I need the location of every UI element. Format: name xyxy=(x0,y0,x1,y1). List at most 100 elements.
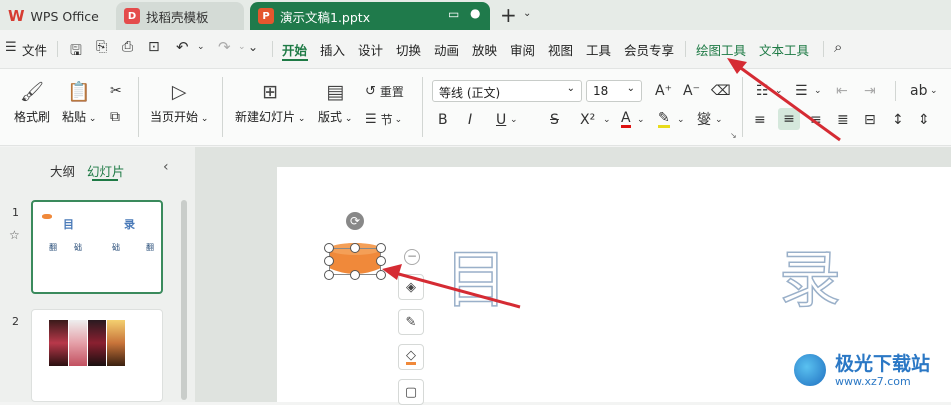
clear-format-icon[interactable]: ⌫ xyxy=(711,83,731,99)
distributed-icon[interactable]: ⊟ xyxy=(864,112,876,128)
resize-handle[interactable] xyxy=(350,270,360,280)
increase-font-icon[interactable]: A⁺ xyxy=(655,83,672,99)
text-direction-icon[interactable]: ab xyxy=(910,83,927,99)
reset-button[interactable]: ↺ 重置 xyxy=(365,83,404,100)
menu-review[interactable]: 审阅 xyxy=(510,40,535,59)
redo-dropdown-icon[interactable]: ⌄ xyxy=(238,42,246,52)
char-spacing-button[interactable]: 燮 xyxy=(697,112,711,128)
bold-button[interactable]: B xyxy=(438,112,448,128)
chevron-down-icon[interactable]: ⌄ xyxy=(775,86,783,96)
menu-drawing-tools[interactable]: 绘图工具 xyxy=(696,40,746,59)
slide-thumbnail-1[interactable]: 目 录 翻 础 础 翻 xyxy=(31,200,163,294)
decrease-font-icon[interactable]: A⁻ xyxy=(683,83,700,99)
dialog-launcher-icon[interactable]: ↘ xyxy=(730,131,737,140)
outline-icon[interactable]: ▢ xyxy=(398,379,424,405)
tab-outline[interactable]: 大纲 xyxy=(50,161,75,180)
rotate-icon[interactable]: ⟳ xyxy=(346,212,364,230)
save-icon[interactable]: 🖫 xyxy=(70,40,82,64)
paste-button[interactable]: 📋 粘贴 ⌄ xyxy=(62,81,96,125)
layout-button[interactable]: ▤ 版式 ⌄ xyxy=(318,81,352,125)
undo-dropdown-icon[interactable]: ⌄ xyxy=(197,42,205,52)
panel-scrollbar[interactable] xyxy=(181,200,187,400)
align-left-icon[interactable]: ≡ xyxy=(754,112,766,128)
export-icon[interactable]: ⎘ xyxy=(96,39,107,55)
menu-home[interactable]: 开始 xyxy=(282,40,307,59)
copy-icon[interactable]: ⧉ xyxy=(110,109,120,125)
cut-icon[interactable]: ✂ xyxy=(110,83,122,99)
font-size-select[interactable]: 18 ⌄ xyxy=(586,80,642,102)
menu-animation[interactable]: 动画 xyxy=(434,40,459,59)
highlight-icon[interactable]: ✎ xyxy=(658,111,670,128)
slide-number: 2 xyxy=(12,315,19,328)
superscript-button[interactable]: X² xyxy=(580,112,595,128)
menu-transition[interactable]: 切换 xyxy=(396,40,421,59)
menu-tools[interactable]: 工具 xyxy=(586,40,611,59)
tab-presentation[interactable]: P 演示文稿1.pptx ▭ ● xyxy=(250,2,490,30)
numbered-list-icon[interactable]: ☰ xyxy=(795,83,808,99)
section-button[interactable]: ☰ 节 ⌄ xyxy=(365,111,402,128)
chevron-down-icon[interactable]: ⌄ xyxy=(715,115,723,125)
resize-handle[interactable] xyxy=(376,270,386,280)
chevron-down-icon[interactable]: ⌄ xyxy=(677,115,685,125)
justify-icon[interactable]: ≣ xyxy=(837,112,849,128)
menu-slideshow[interactable]: 放映 xyxy=(472,40,497,59)
tab-slides[interactable]: 幻灯片 xyxy=(87,161,125,180)
chevron-down-icon[interactable]: ⌄ xyxy=(930,86,938,96)
fill-bucket-icon[interactable]: ◇ xyxy=(398,344,424,370)
menu-insert[interactable]: 插入 xyxy=(320,40,345,59)
more-dropdown-icon[interactable]: ⌄ xyxy=(248,40,258,54)
menu-member[interactable]: 会员专享 xyxy=(624,40,674,59)
divider xyxy=(222,77,223,137)
underline-button[interactable]: U xyxy=(496,112,506,128)
align-center-icon[interactable]: ≡ xyxy=(778,108,800,130)
monitor-icon[interactable]: ▭ xyxy=(448,7,459,21)
start-from-current-button[interactable]: ▷ 当页开始 ⌄ xyxy=(150,81,208,125)
slide-thumbnail-2[interactable] xyxy=(31,309,163,402)
chevron-down-icon[interactable]: ⌄ xyxy=(637,115,645,125)
menu-view[interactable]: 视图 xyxy=(548,40,573,59)
paragraph-spacing-icon[interactable]: ⇕ xyxy=(918,112,930,128)
print-preview-icon[interactable]: ⊡ xyxy=(148,39,160,55)
resize-handle[interactable] xyxy=(376,243,386,253)
slides-panel: 大纲 幻灯片 ‹ 1 ☆ 目 录 翻 础 础 翻 2 xyxy=(0,147,195,402)
decrease-indent-icon[interactable]: ⇤ xyxy=(836,83,848,99)
resize-handle[interactable] xyxy=(376,256,386,266)
resize-handle[interactable] xyxy=(324,243,334,253)
resize-handle[interactable] xyxy=(350,243,360,253)
chevron-down-icon[interactable]: ⌄ xyxy=(510,115,518,125)
bullet-list-icon[interactable]: ☷ xyxy=(756,83,769,99)
italic-button[interactable]: I xyxy=(468,112,472,128)
tab-dropdown-icon[interactable]: ⌄ xyxy=(523,8,531,19)
slide-canvas[interactable]: ⟳ − 目 录 ◈ ✎ ◇ ▢ 极光下载站 www.xz7.com xyxy=(277,167,951,405)
line-spacing-icon[interactable]: ↕ xyxy=(892,112,904,128)
tab-template[interactable]: D 找稻壳模板 xyxy=(116,2,244,30)
undo-icon[interactable]: ↶ xyxy=(176,38,189,56)
chevron-down-icon[interactable]: ⌄ xyxy=(814,86,822,96)
new-tab-icon[interactable]: + xyxy=(500,3,517,27)
menu-design[interactable]: 设计 xyxy=(358,40,383,59)
new-slide-button[interactable]: ⊞ 新建幻灯片 ⌄ xyxy=(235,81,305,125)
collapse-icon[interactable]: − xyxy=(404,249,420,265)
hamburger-icon[interactable]: ☰ xyxy=(5,40,17,55)
pen-icon[interactable]: ✎ xyxy=(398,309,424,335)
tab-wps-office[interactable]: W WPS Office xyxy=(0,2,112,30)
menu-text-tools[interactable]: 文本工具 xyxy=(759,40,809,59)
collapse-panel-icon[interactable]: ‹ xyxy=(163,159,169,175)
font-name-select[interactable]: 等线 (正文) ⌄ xyxy=(432,80,582,102)
search-icon[interactable]: ⌕ xyxy=(834,38,842,56)
chevron-down-icon[interactable]: ⌄ xyxy=(603,115,611,125)
strikethrough-button[interactable]: S xyxy=(550,112,559,128)
layers-icon[interactable]: ◈ xyxy=(398,274,424,300)
resize-handle[interactable] xyxy=(324,256,334,266)
increase-indent-icon[interactable]: ⇥ xyxy=(864,83,876,99)
format-painter-button[interactable]: 🖌 格式刷 xyxy=(14,81,50,125)
font-color-button[interactable]: A xyxy=(621,111,631,128)
slide-title-right[interactable]: 录 xyxy=(778,244,842,316)
resize-handle[interactable] xyxy=(324,270,334,280)
menu-file[interactable]: 文件 xyxy=(22,40,47,59)
slide-title-left[interactable]: 目 xyxy=(444,244,508,316)
print-icon[interactable]: ⎙ xyxy=(122,39,133,55)
align-right-icon[interactable]: ≡ xyxy=(810,112,822,128)
star-icon[interactable]: ☆ xyxy=(9,228,20,242)
redo-icon[interactable]: ↷ xyxy=(218,38,231,56)
